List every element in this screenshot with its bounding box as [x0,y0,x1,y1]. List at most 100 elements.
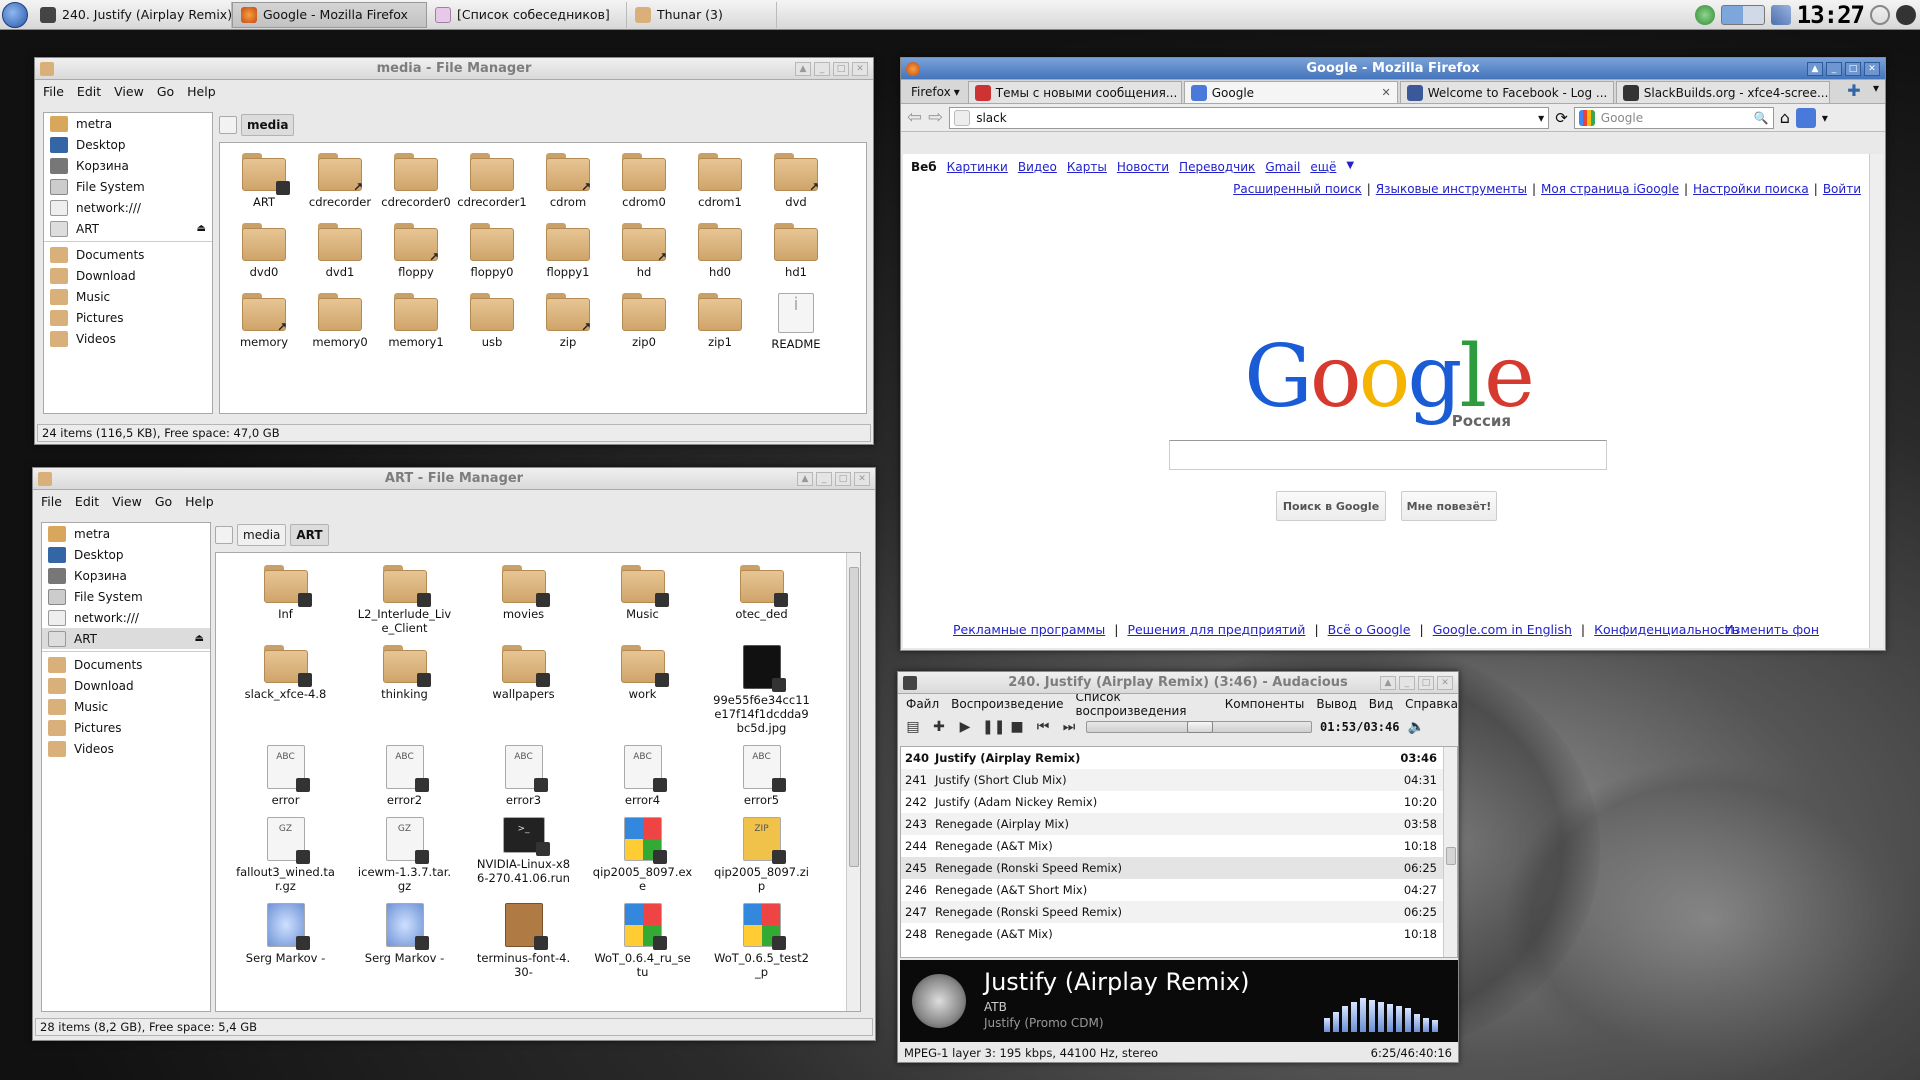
file-item[interactable]: ZIP qip2005_8097.zip [702,817,821,893]
playlist-row[interactable]: 240 Justify (Airplay Remix) 03:46 [901,747,1443,769]
task-chat[interactable]: [Список собеседников] [427,1,627,28]
maximize-button[interactable]: □ [835,471,851,486]
file-item[interactable]: zip0 [606,293,682,351]
feeling-lucky-button[interactable]: Мне повезёт! [1401,491,1497,521]
file-item[interactable]: Inf [226,565,345,635]
next-icon[interactable]: ⏭ [1060,718,1078,736]
file-item[interactable]: dvd1 [302,223,378,279]
reload-icon[interactable]: ⟳ [1555,109,1568,127]
file-item[interactable]: ABC error [226,745,345,807]
close-button[interactable]: ✕ [1864,61,1880,76]
playlist-row[interactable]: 247 Renegade (Ronski Speed Remix) 06:25 [901,901,1443,923]
footer-about-link[interactable]: Всё о Google [1328,622,1411,637]
menu-help[interactable]: Справка [1405,697,1458,711]
task-thunar[interactable]: Thunar (3) [627,1,777,28]
sidebar-item-filesystem[interactable]: File System [42,586,210,607]
playlist-row[interactable]: 244 Renegade (A&T Mix) 10:18 [901,835,1443,857]
footer-privacy-link[interactable]: Конфиденциальность [1594,622,1739,637]
crumb-media[interactable]: media [241,114,295,136]
nav-video[interactable]: Видео [1018,160,1057,174]
minimize-button[interactable]: _ [1826,61,1842,76]
file-item[interactable]: thinking [345,645,464,735]
file-item[interactable]: wallpapers [464,645,583,735]
file-item[interactable]: cdrom1 [682,153,758,209]
stop-icon[interactable]: ■ [1008,718,1026,736]
file-item[interactable]: GZ fallout3_wined.tar.gz [226,817,345,893]
file-item[interactable]: memory1 [378,293,454,351]
chevron-down-icon[interactable]: ▾ [1822,111,1828,125]
sidebar-item-music[interactable]: Music [44,286,212,307]
sidebar-item-pictures[interactable]: Pictures [44,307,212,328]
sidebar-item-documents[interactable]: Documents [44,244,212,265]
sign-in-link[interactable]: Войти [1823,182,1861,196]
seek-slider[interactable] [1086,721,1312,733]
crumb-media[interactable]: media [237,524,287,546]
file-item[interactable]: ↗ hd [606,223,682,279]
igoogle-link[interactable]: Моя страница iGoogle [1541,182,1679,196]
new-tab-icon[interactable]: ✚ [1843,81,1865,103]
sidebar-item-network[interactable]: network:/// [44,197,212,218]
tab-facebook[interactable]: Welcome to Facebook - Log ... ✕ [1399,81,1614,103]
shade-button[interactable]: ▲ [795,61,811,76]
change-background-link[interactable]: Изменить фон [1724,622,1819,637]
tab-list-icon[interactable]: ▾ [1867,81,1885,103]
sidebar-item-desktop[interactable]: Desktop [44,134,212,155]
menu-launcher-icon[interactable] [2,1,28,28]
playlist-row[interactable]: 243 Renegade (Airplay Mix) 03:58 [901,813,1443,835]
search-settings-link[interactable]: Настройки поиска [1693,182,1809,196]
seek-handle[interactable] [1187,721,1213,733]
file-item[interactable]: 99e55f6e34cc11e17f14f1dcdda9bc5d.jpg [702,645,821,735]
menu-edit[interactable]: Edit [75,494,99,509]
playlist-row[interactable]: 241 Justify (Short Club Mix) 04:31 [901,769,1443,791]
nav-maps[interactable]: Карты [1067,160,1107,174]
nav-web[interactable]: Веб [911,160,937,174]
playlist-row[interactable]: 246 Renegade (A&T Short Mix) 04:27 [901,879,1443,901]
shade-button[interactable]: ▲ [797,471,813,486]
file-item[interactable]: floppy0 [454,223,530,279]
playlist-row[interactable]: 245 Renegade (Ronski Speed Remix) 06:25 [901,857,1443,879]
file-item[interactable]: ABC error3 [464,745,583,807]
pause-icon[interactable]: ❚❚ [982,718,1005,736]
sidebar-item-art[interactable]: ART ⏏ [42,628,210,649]
nav-gmail[interactable]: Gmail [1265,160,1300,174]
tab-slackbuilds[interactable]: SlackBuilds.org - xfce4-scree... ✕ [1615,81,1830,103]
file-item[interactable]: >_ NVIDIA-Linux-x86-270.41.06.run [464,817,583,893]
open-icon[interactable]: ▤ [904,718,922,736]
close-button[interactable]: ✕ [854,471,870,486]
file-item[interactable]: hd1 [758,223,834,279]
file-item[interactable]: qip2005_8097.exe [583,817,702,893]
toggle-location-icon[interactable] [215,526,233,544]
tab-forum[interactable]: Темы с новыми сообщения...✕ [967,81,1182,103]
file-item[interactable]: ↗ zip [530,293,606,351]
file-item[interactable]: ↗ floppy [378,223,454,279]
file-item[interactable]: ART [226,153,302,209]
search-icon[interactable]: 🔍 [1754,111,1773,125]
file-item[interactable]: ↗ dvd [758,153,834,209]
scrollbar-thumb[interactable] [849,567,859,867]
scrollbar-thumb[interactable] [1446,847,1456,865]
sidebar-item-download[interactable]: Download [42,675,210,696]
close-tab-icon[interactable]: ✕ [1376,86,1391,99]
eject-icon[interactable]: ⏏ [195,633,204,644]
file-item[interactable]: ↗ cdrecorder [302,153,378,209]
file-item[interactable]: WoT_0.6.4_ru_setu [583,903,702,979]
menu-view[interactable]: View [112,494,142,509]
menu-file[interactable]: File [41,494,62,509]
file-item[interactable]: usb [454,293,530,351]
sidebar-item-trash[interactable]: Корзина [42,565,210,586]
menu-help[interactable]: Help [187,84,216,99]
search-engine-icon[interactable] [1578,109,1595,126]
google-search-input[interactable] [1169,440,1607,470]
file-item[interactable]: ↗ cdrom [530,153,606,209]
toggle-location-icon[interactable] [219,116,237,134]
sidebar-item-videos[interactable]: Videos [42,738,210,759]
nav-images[interactable]: Картинки [947,160,1008,174]
sidebar-item-home[interactable]: metra [44,113,212,134]
scrollbar[interactable] [1443,747,1457,957]
footer-english-link[interactable]: Google.com in English [1433,622,1572,637]
volume-icon[interactable]: 🔈 [1407,718,1425,736]
sidebar-item-music[interactable]: Music [42,696,210,717]
file-item[interactable]: movies [464,565,583,635]
menu-plugins[interactable]: Компоненты [1225,697,1305,711]
add-icon[interactable]: ✚ [930,718,948,736]
